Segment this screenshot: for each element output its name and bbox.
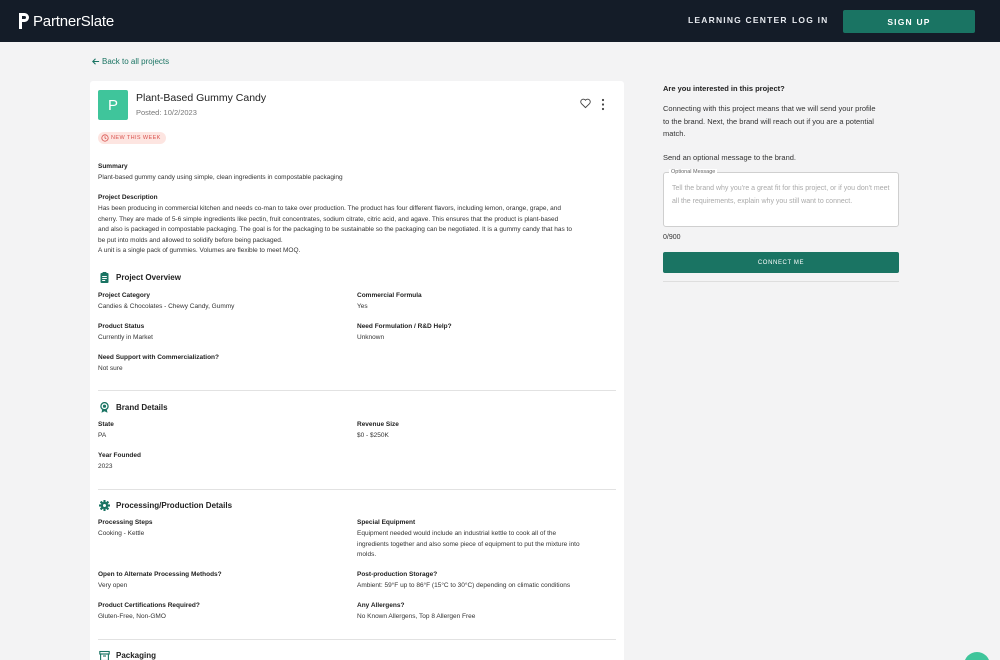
connect-me-button[interactable]: CONNECT ME (663, 252, 899, 273)
back-link-label: Back to all projects (102, 57, 170, 66)
rd-help-value: Unknown (357, 334, 385, 341)
explanation-line: to the brand. Next, the brand will reach… (663, 116, 874, 126)
section-divider (98, 390, 616, 391)
logo-text: PartnerSlate (33, 12, 114, 30)
section-divider (98, 489, 616, 490)
section-title: Brand Details (116, 403, 168, 412)
allergens-label: Any Allergens? (357, 602, 405, 609)
new-this-week-badge: NEW THIS WEEK (98, 132, 166, 144)
sidebar-divider (663, 281, 899, 282)
project-card: P Plant-Based Gummy Candy Posted: 10/2/2… (90, 81, 624, 660)
package-box-icon (99, 650, 110, 660)
description-line: A unit is a single pack of gummies. Volu… (98, 247, 301, 254)
commercial-formula-value: Yes (357, 303, 368, 310)
interest-question: Are you interested in this project? (663, 84, 785, 93)
message-placeholder: Tell the brand why you're a great fit fo… (672, 185, 890, 205)
rd-help-label: Need Formulation / R&D Help? (357, 323, 452, 330)
revenue-size-label: Revenue Size (357, 421, 399, 428)
explanation-line: match. (663, 129, 686, 139)
state-label: State (98, 421, 114, 428)
year-founded-label: Year Founded (98, 452, 141, 459)
optional-message-field[interactable]: Optional Message Tell the brand why you'… (663, 169, 899, 227)
connect-explanation: Connecting with this project means that … (663, 103, 903, 141)
description-line: be put into molds and allowed to solidif… (98, 236, 283, 244)
product-status-value: Currently in Market (98, 334, 153, 341)
chat-widget-icon[interactable] (964, 652, 990, 660)
commercialization-support-value: Not sure (98, 365, 123, 372)
storage-label: Post-production Storage? (357, 571, 438, 578)
nav-log-in[interactable]: LOG IN (792, 15, 828, 25)
clipboard-icon (100, 272, 109, 283)
back-to-projects-link[interactable]: Back to all projects (91, 57, 169, 66)
project-category-value: Candies & Chocolates - Chewy Candy, Gumm… (98, 303, 235, 310)
certifications-label: Product Certifications Required? (98, 602, 200, 609)
section-divider (98, 639, 616, 640)
section-title: Project Overview (116, 273, 181, 282)
commercialization-support-label: Need Support with Commercialization? (98, 354, 219, 361)
packaging-heading: Packaging (99, 650, 156, 660)
description-line: Has been producing in commercial kitchen… (98, 205, 561, 212)
partnerslate-logo-icon (19, 13, 29, 29)
certifications-value: Gluten-Free, Non-GMO (98, 613, 166, 620)
allergens-value: No Known Allergens, Top 8 Allergen Free (357, 613, 476, 620)
arrow-left-icon (92, 58, 100, 65)
award-ribbon-icon (100, 402, 109, 413)
alternate-methods-label: Open to Alternate Processing Methods? (98, 571, 222, 578)
clock-icon (101, 134, 109, 142)
special-equipment-label: Special Equipment (357, 519, 416, 526)
equipment-line: ingredients together and also some piece… (357, 540, 580, 548)
product-status-label: Product Status (98, 323, 145, 330)
processing-steps-value: Cooking - Kettle (98, 530, 145, 537)
top-navbar: PartnerSlate LEARNING CENTER LOG IN SIGN… (0, 0, 1000, 42)
section-title: Packaging (116, 651, 157, 660)
badge-label: NEW THIS WEEK (111, 135, 161, 141)
processing-steps-label: Processing Steps (98, 519, 153, 526)
project-title: Plant-Based Gummy Candy (136, 92, 267, 104)
description-line: cherry. They are made of 5-6 simple ingr… (98, 215, 559, 223)
revenue-size-value: $0 - $250K (357, 432, 389, 439)
equipment-line: Equipment needed would include an indust… (357, 530, 557, 537)
year-founded-value: 2023 (98, 463, 113, 470)
commercial-formula-label: Commercial Formula (357, 292, 422, 299)
section-title: Processing/Production Details (116, 501, 233, 510)
description-line: and also is packaged in compostable pack… (98, 226, 572, 233)
project-avatar: P (98, 90, 128, 120)
gear-icon (99, 500, 110, 511)
sign-up-button[interactable]: SIGN UP (843, 10, 975, 33)
character-counter: 0/900 (663, 234, 681, 241)
alternate-methods-value: Very open (98, 582, 128, 589)
brand-details-heading: Brand Details (99, 402, 168, 413)
posted-date: Posted: 10/2/2023 (136, 108, 197, 117)
storage-value: Ambient: 59°F up to 86°F (15°C to 30°C) … (357, 582, 571, 589)
send-message-prompt: Send an optional message to the brand. (663, 153, 797, 162)
heart-icon[interactable] (580, 98, 591, 109)
message-field-legend: Optional Message (669, 169, 718, 175)
special-equipment-value: Equipment needed would include an indust… (357, 529, 617, 561)
equipment-line: molds. (357, 551, 377, 558)
logo[interactable]: PartnerSlate (18, 12, 114, 30)
state-value: PA (98, 432, 107, 439)
description-label: Project Description (98, 194, 158, 201)
explanation-line: Connecting with this project means that … (663, 104, 876, 113)
summary-label: Summary (98, 163, 128, 170)
more-vertical-icon[interactable] (600, 98, 606, 111)
nav-learning-center[interactable]: LEARNING CENTER (688, 15, 788, 25)
summary-text: Plant-based gummy candy using simple, cl… (98, 174, 343, 181)
processing-details-heading: Processing/Production Details (99, 500, 232, 511)
project-category-label: Project Category (98, 292, 151, 299)
project-overview-heading: Project Overview (99, 272, 181, 283)
description-text: Has been producing in commercial kitchen… (98, 204, 618, 257)
